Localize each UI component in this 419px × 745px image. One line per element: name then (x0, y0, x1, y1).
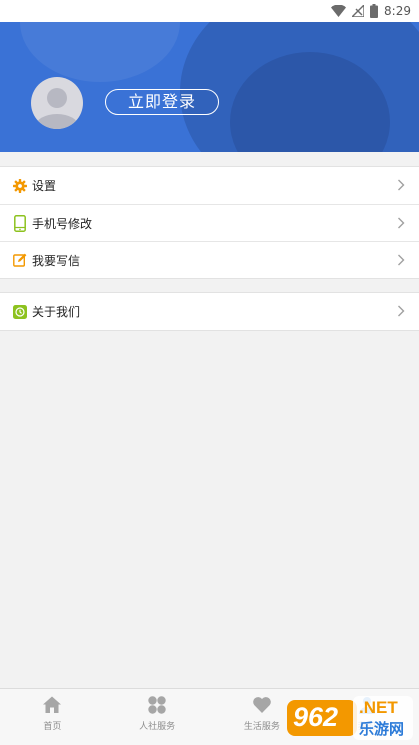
profile-header: 立即登录 (0, 22, 419, 152)
chevron-right-icon (398, 217, 405, 229)
watermark-subtitle: 乐游网 (359, 721, 405, 738)
site-watermark-logo: 962 .NET 乐游网 (285, 694, 415, 742)
header-background-shape (20, 22, 180, 82)
menu-item-phone-change[interactable]: 手机号修改 (0, 204, 419, 241)
tab-label: 首页 (43, 722, 62, 732)
home-icon (43, 696, 62, 713)
avatar[interactable] (31, 77, 83, 129)
about-menu-group: 关于我们 (0, 292, 419, 331)
gear-icon (12, 178, 28, 194)
menu-item-settings[interactable]: 设置 (0, 167, 419, 204)
settings-menu-group: 设置 手机号修改 我要写信 (0, 166, 419, 279)
status-time: 8:29 (384, 4, 411, 18)
menu-item-label: 设置 (32, 179, 57, 193)
default-avatar-icon (35, 88, 79, 129)
login-button[interactable]: 立即登录 (105, 89, 219, 115)
menu-item-label: 关于我们 (32, 305, 81, 319)
status-icons: 8:29 (331, 3, 411, 19)
menu-item-about-us[interactable]: 关于我们 (0, 293, 419, 330)
heart-icon (253, 697, 271, 713)
watermark-suffix: .NET (359, 698, 398, 717)
grid-clover-icon (148, 696, 166, 714)
tab-label: 生活服务 (243, 722, 280, 732)
tab-label: 人社服务 (139, 722, 176, 732)
status-bar: 8:29 (0, 0, 419, 22)
edit-icon (12, 252, 28, 268)
menu-item-label: 我要写信 (32, 253, 81, 268)
menu-item-write-letter[interactable]: 我要写信 (0, 241, 419, 278)
signal-icon (352, 5, 365, 17)
tab-social-services[interactable]: 人社服务 (105, 689, 210, 745)
wifi-icon (331, 5, 347, 17)
watermark-number: 962 (293, 702, 339, 732)
info-icon (12, 304, 28, 320)
menu-item-label: 手机号修改 (32, 216, 93, 231)
chevron-right-icon (398, 254, 405, 266)
chevron-right-icon (398, 305, 405, 317)
phone-icon (12, 214, 28, 232)
battery-icon (370, 4, 379, 18)
chevron-right-icon (398, 179, 405, 191)
tab-home[interactable]: 首页 (0, 689, 105, 745)
